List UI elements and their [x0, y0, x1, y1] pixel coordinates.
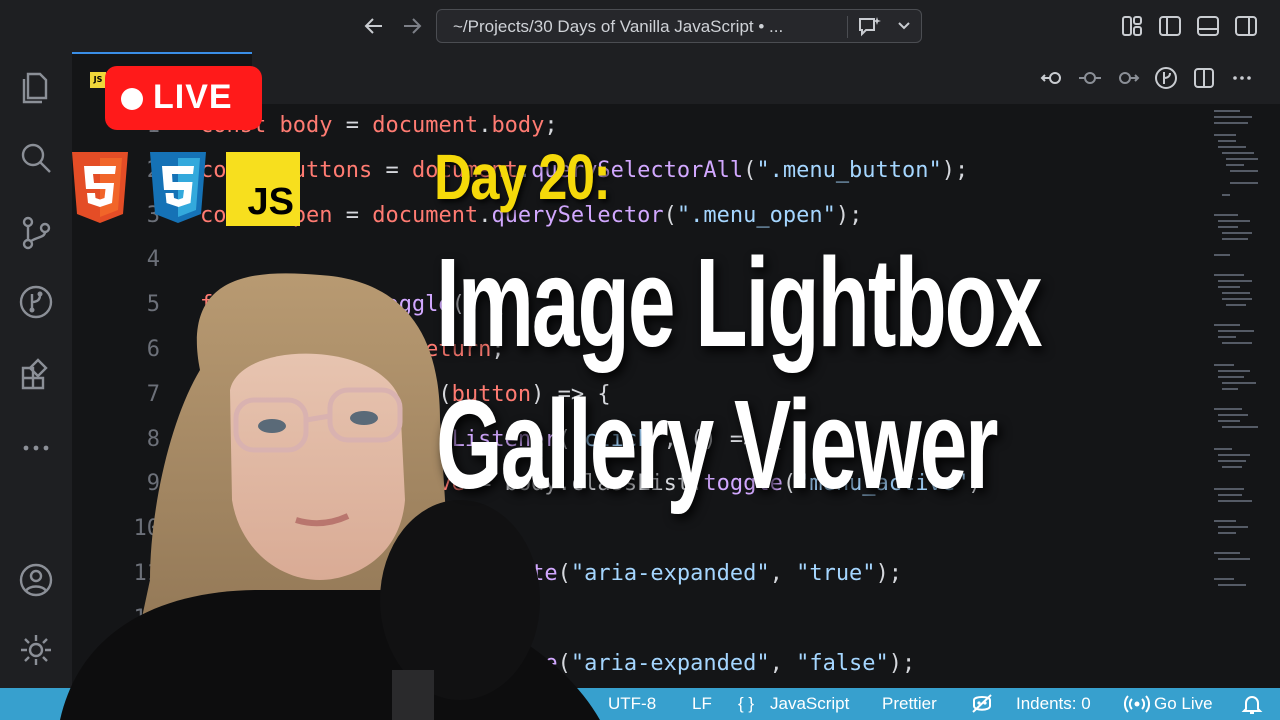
forward-arrow-icon[interactable]	[400, 14, 424, 38]
go-live-button[interactable]: Go Live	[1154, 694, 1213, 714]
language-braces-icon: { }	[738, 694, 755, 713]
code-token: ,	[769, 561, 797, 586]
go-back-icon[interactable]	[1040, 66, 1064, 90]
code-token: (	[743, 157, 757, 183]
toggle-panel-icon[interactable]	[1196, 14, 1220, 38]
chat-sparkle-icon[interactable]	[857, 15, 883, 39]
go-forward-icon[interactable]	[1116, 66, 1140, 90]
command-center[interactable]: ~/Projects/30 Days of Vanilla JavaScript…	[436, 9, 922, 43]
code-token: body	[491, 113, 545, 138]
live-label: LIVE	[153, 78, 233, 116]
code-token: =	[332, 113, 373, 138]
split-editor-icon[interactable]	[1192, 66, 1216, 90]
code-token: );	[875, 561, 903, 586]
css3-logo-icon	[150, 152, 206, 223]
code-token: =	[332, 202, 373, 228]
eol-indicator[interactable]: LF	[692, 694, 712, 714]
workspace-path: ~/Projects/30 Days of Vanilla JavaScript…	[453, 17, 784, 36]
git-lens-icon[interactable]	[1154, 66, 1178, 90]
search-icon[interactable]	[18, 140, 54, 176]
code-token: ;	[544, 113, 558, 138]
customize-layout-icon[interactable]	[1120, 14, 1144, 38]
language-mode[interactable]: JavaScript	[770, 694, 849, 714]
code-token: "true"	[796, 561, 876, 586]
live-dot-icon	[121, 88, 143, 110]
code-token: );	[888, 650, 916, 676]
code-token: (	[663, 202, 677, 228]
prettier-status[interactable]: Prettier	[882, 694, 937, 714]
title-bar: ~/Projects/30 Days of Vanilla JavaScript…	[0, 0, 1280, 52]
code-token: "false"	[796, 650, 889, 676]
code-token: .	[478, 113, 492, 138]
js-file-icon: JS	[90, 72, 106, 88]
js-logo-label: JS	[247, 181, 294, 223]
toggle-sidebar-icon[interactable]	[1158, 14, 1182, 38]
more-actions-icon[interactable]	[1230, 66, 1254, 90]
live-badge: LIVE	[105, 66, 262, 130]
code-token: ".menu_button"	[756, 157, 942, 183]
code-token: ".menu_open"	[676, 202, 836, 228]
minimap[interactable]	[1212, 104, 1258, 688]
title-line-1: Image Lightbox	[436, 232, 1043, 373]
divider	[847, 16, 848, 38]
source-control-icon[interactable]	[18, 214, 54, 250]
code-token: =	[372, 157, 412, 183]
title-line-2: Gallery Viewer	[436, 374, 999, 515]
layout-controls	[1120, 14, 1270, 38]
chevron-down-icon[interactable]	[896, 14, 912, 42]
code-token: ,	[769, 650, 797, 676]
editor-actions	[1040, 66, 1260, 90]
indents-indicator[interactable]: Indents: 0	[1016, 694, 1091, 714]
day-heading: Day 20:	[434, 141, 611, 213]
back-arrow-icon[interactable]	[362, 14, 386, 38]
copilot-icon[interactable]	[970, 692, 994, 720]
bell-icon[interactable]	[1240, 692, 1264, 720]
code-token: body	[279, 113, 333, 138]
code-token: );	[835, 202, 863, 228]
js-logo-icon: JS	[226, 152, 300, 226]
timeline-icon[interactable]	[1078, 66, 1102, 90]
code-token: document	[372, 113, 479, 138]
explorer-icon[interactable]	[18, 68, 54, 104]
toggle-secondary-sidebar-icon[interactable]	[1234, 14, 1258, 38]
html5-logo-icon	[72, 152, 128, 223]
code-token: );	[941, 157, 969, 183]
broadcast-icon	[1124, 693, 1150, 720]
